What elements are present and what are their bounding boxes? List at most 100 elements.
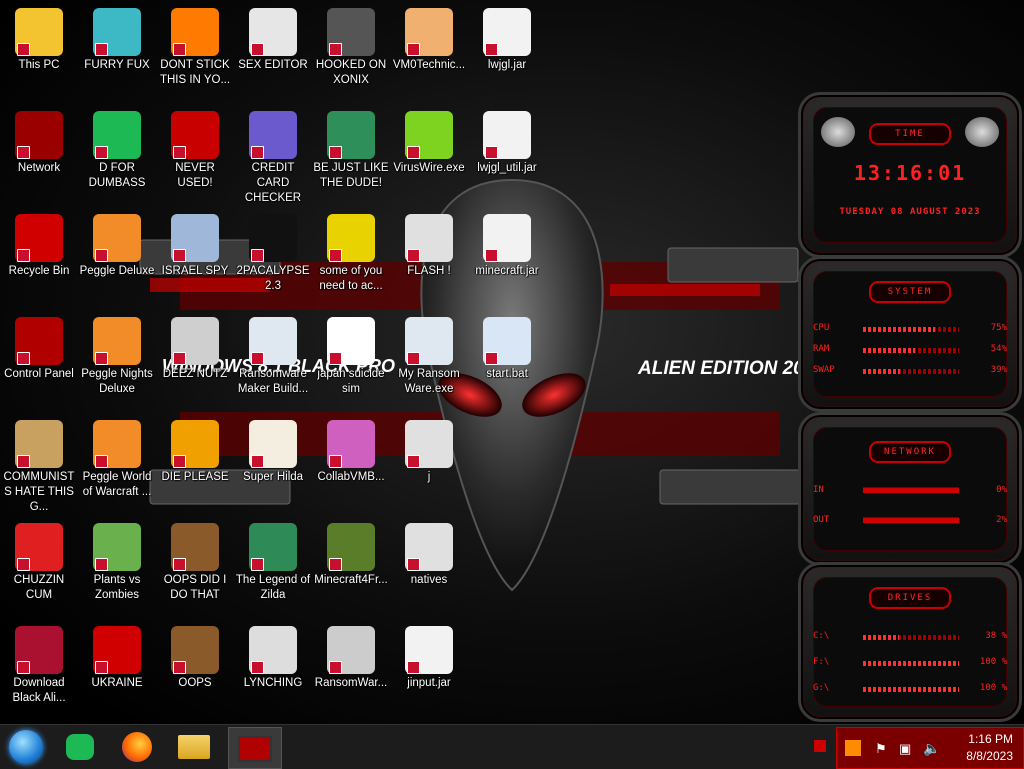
desktop-icon[interactable]: LYNCHING xyxy=(234,620,312,723)
desktop-icon[interactable]: OOPS xyxy=(156,620,234,723)
taskbar-clock[interactable]: 1:16 PM 8/8/2023 xyxy=(966,731,1013,765)
control-panel-icon xyxy=(238,736,272,762)
network-gadget[interactable]: NETWORK IN 0% OUT 2% xyxy=(798,412,1022,566)
desktop-icon[interactable]: jinput.jar xyxy=(390,620,468,723)
usage-bar-fill xyxy=(863,687,959,692)
desktop-icon[interactable]: My Ransom Ware.exe xyxy=(390,311,468,414)
desktop-icon[interactable]: natives xyxy=(390,517,468,620)
desktop-icon[interactable]: HOOKED ON XONIX xyxy=(312,2,390,105)
desktop-icon[interactable]: The Legend of Zilda xyxy=(234,517,312,620)
desktop-icon[interactable]: NEVER USED! xyxy=(156,105,234,208)
network-status-icon[interactable]: ▣ xyxy=(899,741,911,757)
time-gadget[interactable]: TIME 13:16:01 TUESDAY 08 AUGUST 2023 xyxy=(798,92,1022,258)
shortcut-arrow-icon xyxy=(95,661,108,674)
desktop-icon[interactable]: RansomWar... xyxy=(312,620,390,723)
shortcut-arrow-icon xyxy=(329,661,342,674)
desktop-icon[interactable]: UKRAINE xyxy=(78,620,156,723)
taskbar-firefox[interactable] xyxy=(115,727,159,767)
gadget-row: OUT 2% xyxy=(813,509,1007,529)
desktop-icon-label: BE JUST LIKE THE DUDE! xyxy=(313,162,389,189)
desktop-icon[interactable]: lwjgl.jar xyxy=(468,2,546,105)
desktop-icon[interactable]: minecraft.jar xyxy=(468,208,546,311)
desktop-icon[interactable]: Network xyxy=(0,105,78,208)
desktop-icon[interactable]: DIE PLEASE xyxy=(156,414,234,517)
desktop-icon[interactable]: CHUZZIN CUM xyxy=(0,517,78,620)
taskbar-chat-app[interactable] xyxy=(58,727,102,767)
dev-cpp-icon xyxy=(171,111,219,159)
desktop-icon[interactable]: FURRY FUX xyxy=(78,2,156,105)
santa-elf-icon xyxy=(327,111,375,159)
system-gadget[interactable]: SYSTEM CPU 75% RAM 54% SWAP 39% xyxy=(798,256,1022,412)
desktop-icon[interactable]: DONT STICK THIS IN YO... xyxy=(156,2,234,105)
desktop-icon[interactable]: Minecraft4Fr... xyxy=(312,517,390,620)
gadget-row-label: C:\ xyxy=(813,631,830,641)
action-center-flag-icon[interactable]: ⚑ xyxy=(875,741,887,757)
grass-block-icon xyxy=(327,523,375,571)
shortcut-arrow-icon xyxy=(251,146,264,159)
desktop-icon-label: CollabVMB... xyxy=(317,471,385,483)
desktop-icon[interactable]: CREDIT CARD CHECKER xyxy=(234,105,312,208)
desktop-icon[interactable]: Recycle Bin xyxy=(0,208,78,311)
gadget-row-label: OUT xyxy=(813,515,830,525)
desktop-icon[interactable]: This PC xyxy=(0,2,78,105)
desktop-icon[interactable]: BE JUST LIKE THE DUDE! xyxy=(312,105,390,208)
desktop-icon[interactable]: COMMUNISTS HATE THIS G... xyxy=(0,414,78,517)
desktop-icon[interactable]: j xyxy=(390,414,468,517)
desktop-icon[interactable]: Super Hilda xyxy=(234,414,312,517)
desktop-icon-grid: This PC FURRY FUX DONT STICK THIS IN YO...… xyxy=(0,0,780,724)
desktop-icon[interactable]: CollabVMB... xyxy=(312,414,390,517)
usage-bar xyxy=(863,635,959,640)
desktop-icon[interactable]: japan suicide sim xyxy=(312,311,390,414)
usage-bar-fill xyxy=(863,635,900,640)
game-file-icon xyxy=(327,317,375,365)
desktop-icon-label: CHUZZIN CUM xyxy=(13,574,65,601)
desktop-icon[interactable]: Plants vs Zombies xyxy=(78,517,156,620)
gadget-row-value: 100 % xyxy=(979,683,1007,693)
desktop-icon-label: ISRAEL SPY xyxy=(161,265,229,277)
tray-app-icon[interactable] xyxy=(845,740,861,756)
desktop-icon[interactable]: Peggle World of Warcraft ... xyxy=(78,414,156,517)
shortcut-arrow-icon xyxy=(173,352,186,365)
gadget-row: F:\ 100 % xyxy=(813,657,1007,671)
taskbar-active-window[interactable] xyxy=(228,727,282,769)
taskbar-file-explorer[interactable] xyxy=(172,727,216,767)
shortcut-arrow-icon xyxy=(329,558,342,571)
desktop-icon[interactable]: Peggle Nights Deluxe xyxy=(78,311,156,414)
desktop-icon[interactable]: Download Black Ali... xyxy=(0,620,78,723)
gadget-row-value: 38 % xyxy=(985,631,1007,641)
desktop-icon[interactable]: Ransomware Maker Build... xyxy=(234,311,312,414)
gadget-row: SWAP 39% xyxy=(813,365,1007,379)
desktop-icon-label: Control Panel xyxy=(4,368,74,380)
desktop-icon[interactable]: OOPS DID I DO THAT xyxy=(156,517,234,620)
desktop-icon-label: DONT STICK THIS IN YO... xyxy=(159,59,231,86)
desktop-icon[interactable]: VM0Technic... xyxy=(390,2,468,105)
desktop-icon[interactable]: D FOR DUMBASS xyxy=(78,105,156,208)
shortcut-arrow-icon xyxy=(95,249,108,262)
volume-icon[interactable]: 🔈 xyxy=(923,740,940,757)
gadget-row: RAM 54% xyxy=(813,344,1007,358)
system-tray: ⚑ ▣ 🔈 1:16 PM 8/8/2023 xyxy=(836,727,1024,769)
drives-gadget[interactable]: DRIVES C:\ 38 % F:\ 100 % G:\ 100 % xyxy=(798,562,1022,722)
desktop-icon[interactable]: ISRAEL SPY xyxy=(156,208,234,311)
desktop-icon[interactable]: lwjgl_util.jar xyxy=(468,105,546,208)
skull-icon xyxy=(327,626,375,674)
desktop-icon[interactable]: VirusWire.exe xyxy=(390,105,468,208)
traffic-cone-icon xyxy=(171,8,219,56)
notification-flag-icon[interactable] xyxy=(814,740,826,752)
desktop-icon[interactable]: DEEZ NUTZ xyxy=(156,311,234,414)
start-button[interactable] xyxy=(4,727,48,767)
desktop-icon[interactable]: Control Panel xyxy=(0,311,78,414)
desktop-icon[interactable]: start.bat xyxy=(468,311,546,414)
shortcut-arrow-icon xyxy=(17,352,30,365)
desktop-icon[interactable]: SEX EDITOR xyxy=(234,2,312,105)
desktop-icon[interactable]: 2PACALYPSE 2.3 xyxy=(234,208,312,311)
gadget-row-value: 54% xyxy=(990,344,1007,354)
network-gadget-title: NETWORK xyxy=(869,441,951,463)
desktop-icon[interactable]: Peggle Deluxe xyxy=(78,208,156,311)
system-gadget-title: SYSTEM xyxy=(869,281,951,303)
time-gadget-title: TIME xyxy=(869,123,951,145)
desktop-icon-label: This PC xyxy=(18,59,60,71)
desktop-icon[interactable]: FLASH ! xyxy=(390,208,468,311)
file-icon xyxy=(405,523,453,571)
desktop-icon[interactable]: some of you need to ac... xyxy=(312,208,390,311)
